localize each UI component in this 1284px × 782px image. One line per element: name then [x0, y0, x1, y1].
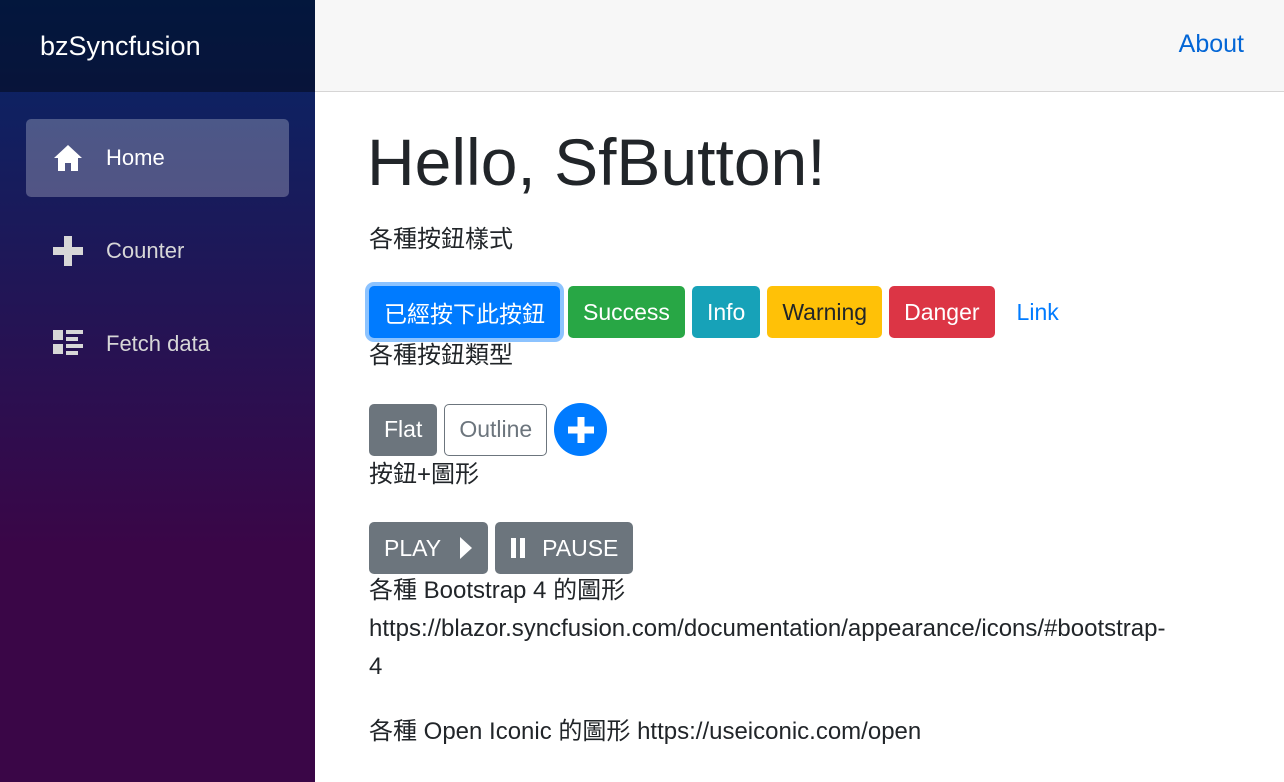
play-button[interactable]: PLAY: [369, 522, 489, 574]
plus-icon: [567, 416, 594, 443]
sidebar: bzSyncfusion Home Counter Fetch data: [0, 0, 315, 782]
bootstrap-icons-label: 各種 Bootstrap 4 的圖形: [369, 577, 626, 604]
brand-bar: bzSyncfusion: [0, 0, 315, 92]
sidebar-item-label: Fetch data: [106, 331, 210, 356]
section-icons-label: 按鈕+圖形: [369, 461, 480, 488]
type-buttons-row: Flat Outline: [369, 403, 1259, 456]
plus-icon: [52, 235, 84, 267]
link-button[interactable]: Link: [1002, 286, 1074, 338]
round-add-button[interactable]: [554, 403, 608, 456]
icon-buttons-row: PLAY PAUSE: [369, 522, 1259, 574]
sidebar-item-label: Counter: [106, 238, 185, 263]
success-button[interactable]: Success: [568, 286, 685, 338]
sidebar-item-label: Home: [106, 145, 165, 170]
main-content: Hello, SfButton! 各種按鈕樣式 已經按下此按鈕 Success …: [367, 92, 1259, 751]
outline-button[interactable]: Outline: [444, 403, 548, 456]
section-types-label: 各種按鈕類型: [369, 342, 513, 369]
sidebar-item-counter[interactable]: Counter: [26, 212, 289, 290]
flat-button[interactable]: Flat: [369, 403, 438, 456]
style-buttons-row: 已經按下此按鈕 Success Info Warning Danger Link: [369, 286, 1259, 338]
brand-link[interactable]: bzSyncfusion: [40, 31, 201, 62]
open-iconic-label: 各種 Open Iconic 的圖形 https://useiconic.com…: [369, 718, 922, 745]
about-link[interactable]: About: [1179, 30, 1244, 59]
nav-menu: Home Counter Fetch data: [0, 92, 315, 383]
pause-button[interactable]: PAUSE: [495, 522, 634, 574]
play-icon: [459, 536, 473, 560]
sidebar-item-fetch-data[interactable]: Fetch data: [26, 305, 289, 383]
home-icon: [52, 142, 84, 174]
play-button-label: PLAY: [384, 534, 442, 561]
page-title: Hello, SfButton!: [367, 125, 826, 199]
section-styles-label: 各種按鈕樣式: [369, 226, 513, 253]
top-bar: About: [315, 0, 1284, 92]
primary-button[interactable]: 已經按下此按鈕: [369, 286, 560, 338]
info-button[interactable]: Info: [691, 286, 761, 338]
pause-icon: [510, 537, 526, 559]
list-rich-icon: [52, 328, 84, 360]
sidebar-item-home[interactable]: Home: [26, 119, 289, 197]
warning-button[interactable]: Warning: [767, 286, 883, 338]
bootstrap-url-line1: https://blazor.syncfusion.com/documentat…: [369, 615, 1166, 642]
danger-button[interactable]: Danger: [889, 286, 995, 338]
bootstrap-url-line2: 4: [369, 653, 383, 680]
pause-button-label: PAUSE: [542, 534, 619, 561]
